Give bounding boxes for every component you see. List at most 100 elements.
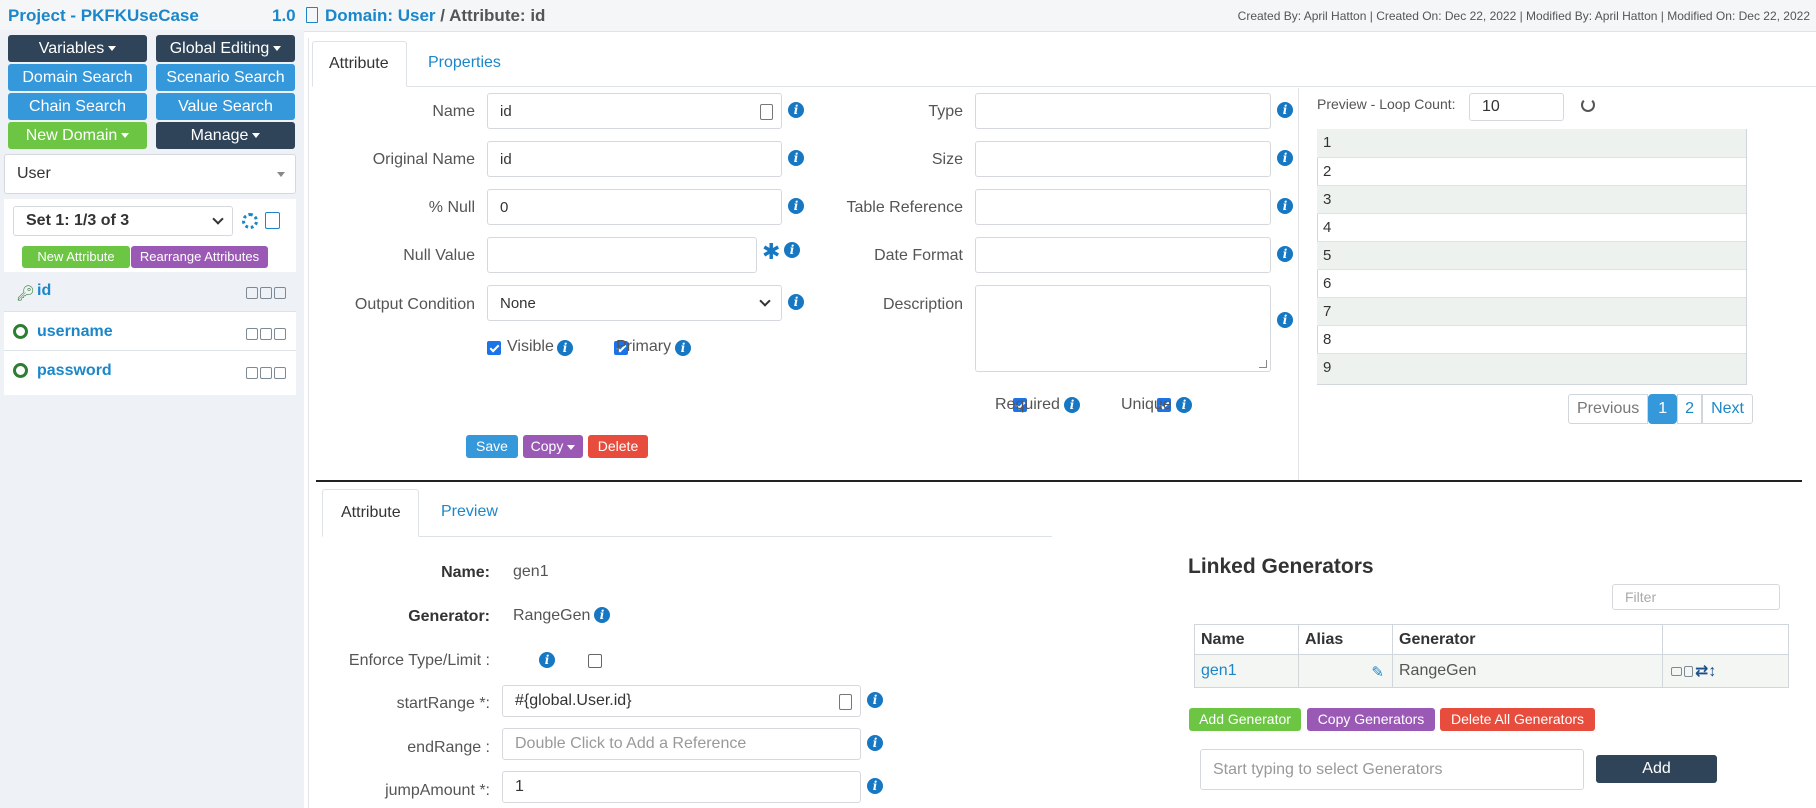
domain-select[interactable]: User — [4, 154, 296, 194]
table-reference-input[interactable] — [975, 189, 1271, 225]
save-icon[interactable] — [246, 327, 258, 340]
percent-null-input[interactable]: 0 — [487, 189, 782, 225]
info-icon[interactable]: i — [1277, 150, 1293, 166]
filter-input[interactable]: Filter — [1612, 584, 1780, 610]
info-icon[interactable]: i — [1064, 397, 1080, 413]
variables-button[interactable]: Variables — [8, 35, 147, 62]
lifebuoy-icon — [13, 324, 28, 339]
delete-button[interactable]: Delete — [588, 435, 648, 458]
breadcrumb-domain[interactable]: User — [398, 6, 436, 25]
generator-select-input[interactable]: Start typing to select Generators — [1200, 749, 1584, 790]
jump-amount-input[interactable]: 1 — [502, 771, 861, 803]
output-condition-select[interactable]: None — [487, 285, 782, 321]
info-icon[interactable]: i — [867, 692, 883, 708]
new-domain-button[interactable]: New Domain — [8, 122, 147, 149]
type-input[interactable] — [975, 93, 1271, 129]
description-textarea[interactable] — [975, 285, 1271, 372]
new-attribute-button[interactable]: New Attribute — [22, 246, 130, 268]
info-icon[interactable]: i — [867, 778, 883, 794]
info-icon[interactable]: i — [867, 735, 883, 751]
sort-vertical-icon[interactable]: ↕ — [1708, 663, 1716, 680]
type-label: Type — [928, 103, 963, 120]
size-input[interactable] — [975, 141, 1271, 177]
save-icon[interactable] — [246, 366, 258, 379]
chain-search-button[interactable]: Chain Search — [8, 93, 147, 120]
trash-icon[interactable] — [1684, 666, 1693, 678]
info-icon[interactable]: i — [557, 340, 573, 356]
info-icon[interactable]: i — [1277, 246, 1293, 262]
next-page-button[interactable]: Next — [1702, 394, 1753, 424]
info-icon[interactable]: i — [539, 652, 555, 668]
project-title[interactable]: Project - PKFKUseCase — [8, 6, 199, 26]
page-1-button[interactable]: 1 — [1648, 394, 1678, 424]
caret-down-icon — [567, 444, 576, 450]
save-button[interactable]: Save — [466, 435, 518, 458]
info-icon[interactable]: i — [1277, 312, 1293, 328]
alias-cell[interactable]: ✎ — [1298, 654, 1393, 688]
end-range-input[interactable]: Double Click to Add a Reference — [502, 728, 861, 760]
settings-gears-icon[interactable] — [242, 213, 258, 229]
trash-icon[interactable] — [274, 327, 286, 340]
asterisk-icon[interactable]: ✱ — [762, 239, 780, 265]
info-icon[interactable]: i — [1176, 397, 1192, 413]
add-generator-button[interactable]: Add Generator — [1189, 708, 1301, 731]
refresh-icon[interactable] — [1581, 98, 1595, 112]
generator-name-link[interactable]: gen1 — [1201, 662, 1237, 679]
trash-icon[interactable] — [274, 366, 286, 379]
lifebuoy-icon — [13, 363, 28, 378]
tab-attribute[interactable]: Attribute — [312, 41, 407, 87]
null-value-input[interactable] — [487, 237, 757, 273]
info-icon[interactable]: i — [1277, 198, 1293, 214]
attribute-item-id[interactable]: 🔑︎ id — [4, 272, 296, 312]
info-icon[interactable]: i — [784, 242, 800, 258]
date-format-input[interactable] — [975, 237, 1271, 273]
scenario-search-button[interactable]: Scenario Search — [156, 64, 295, 91]
tab-generator-attribute[interactable]: Attribute — [322, 489, 419, 537]
tab-generator-preview[interactable]: Preview — [441, 503, 498, 521]
info-icon[interactable]: i — [675, 340, 691, 356]
set-select[interactable]: Set 1: 1/3 of 3 — [13, 206, 233, 236]
name-input[interactable]: id — [487, 93, 782, 129]
column-header[interactable]: Generator — [1392, 624, 1663, 655]
loop-count-input[interactable]: 10 — [1469, 93, 1564, 121]
add-button[interactable]: Add — [1596, 755, 1717, 783]
info-icon[interactable]: i — [1277, 102, 1293, 118]
manage-button[interactable]: Manage — [156, 122, 295, 149]
transfer-icon[interactable] — [260, 286, 272, 299]
start-range-input[interactable]: #{global.User.id} — [502, 685, 861, 717]
previous-page-button[interactable]: Previous — [1568, 394, 1649, 424]
attribute-item-password[interactable]: password — [4, 352, 296, 390]
transfer-icon[interactable] — [260, 366, 272, 379]
column-header[interactable]: Alias — [1298, 624, 1393, 655]
enforce-checkbox[interactable] — [587, 653, 602, 668]
pencil-icon[interactable]: ✎ — [1371, 663, 1384, 681]
copy-button[interactable]: Copy — [523, 435, 583, 458]
loop-count-label: Preview - Loop Count: — [1317, 96, 1456, 112]
original-name-input[interactable]: id — [487, 141, 782, 177]
global-editing-button[interactable]: Global Editing — [156, 35, 295, 62]
info-icon[interactable]: i — [594, 607, 610, 623]
save-icon[interactable] — [246, 286, 258, 299]
copy-generators-button[interactable]: Copy Generators — [1307, 708, 1435, 731]
swap-icon[interactable]: ⇄ — [1695, 663, 1708, 680]
page-2-button[interactable]: 2 — [1677, 394, 1703, 424]
contact-card-icon[interactable] — [760, 104, 773, 120]
resize-grip-icon[interactable] — [1259, 360, 1267, 368]
tab-properties[interactable]: Properties — [428, 54, 501, 72]
jump-amount-label: jumpAmount *: — [385, 782, 490, 799]
transfer-icon[interactable] — [260, 327, 272, 340]
trash-icon[interactable] — [274, 286, 286, 299]
delete-all-generators-button[interactable]: Delete All Generators — [1440, 708, 1595, 731]
rearrange-attributes-button[interactable]: Rearrange Attributes — [131, 246, 268, 268]
preview-row: 3 — [1317, 185, 1746, 213]
attribute-item-username[interactable]: username — [4, 313, 296, 351]
column-header-actions — [1662, 624, 1789, 655]
domain-search-button[interactable]: Domain Search — [8, 64, 147, 91]
contact-card-icon[interactable] — [839, 694, 852, 710]
transfer-icon[interactable] — [1671, 667, 1682, 677]
export-icon[interactable] — [265, 212, 280, 229]
column-header[interactable]: Name — [1194, 624, 1299, 655]
generator-name-cell[interactable]: gen1 — [1194, 654, 1299, 688]
visible-checkbox[interactable] — [487, 340, 501, 355]
value-search-button[interactable]: Value Search — [156, 93, 295, 120]
